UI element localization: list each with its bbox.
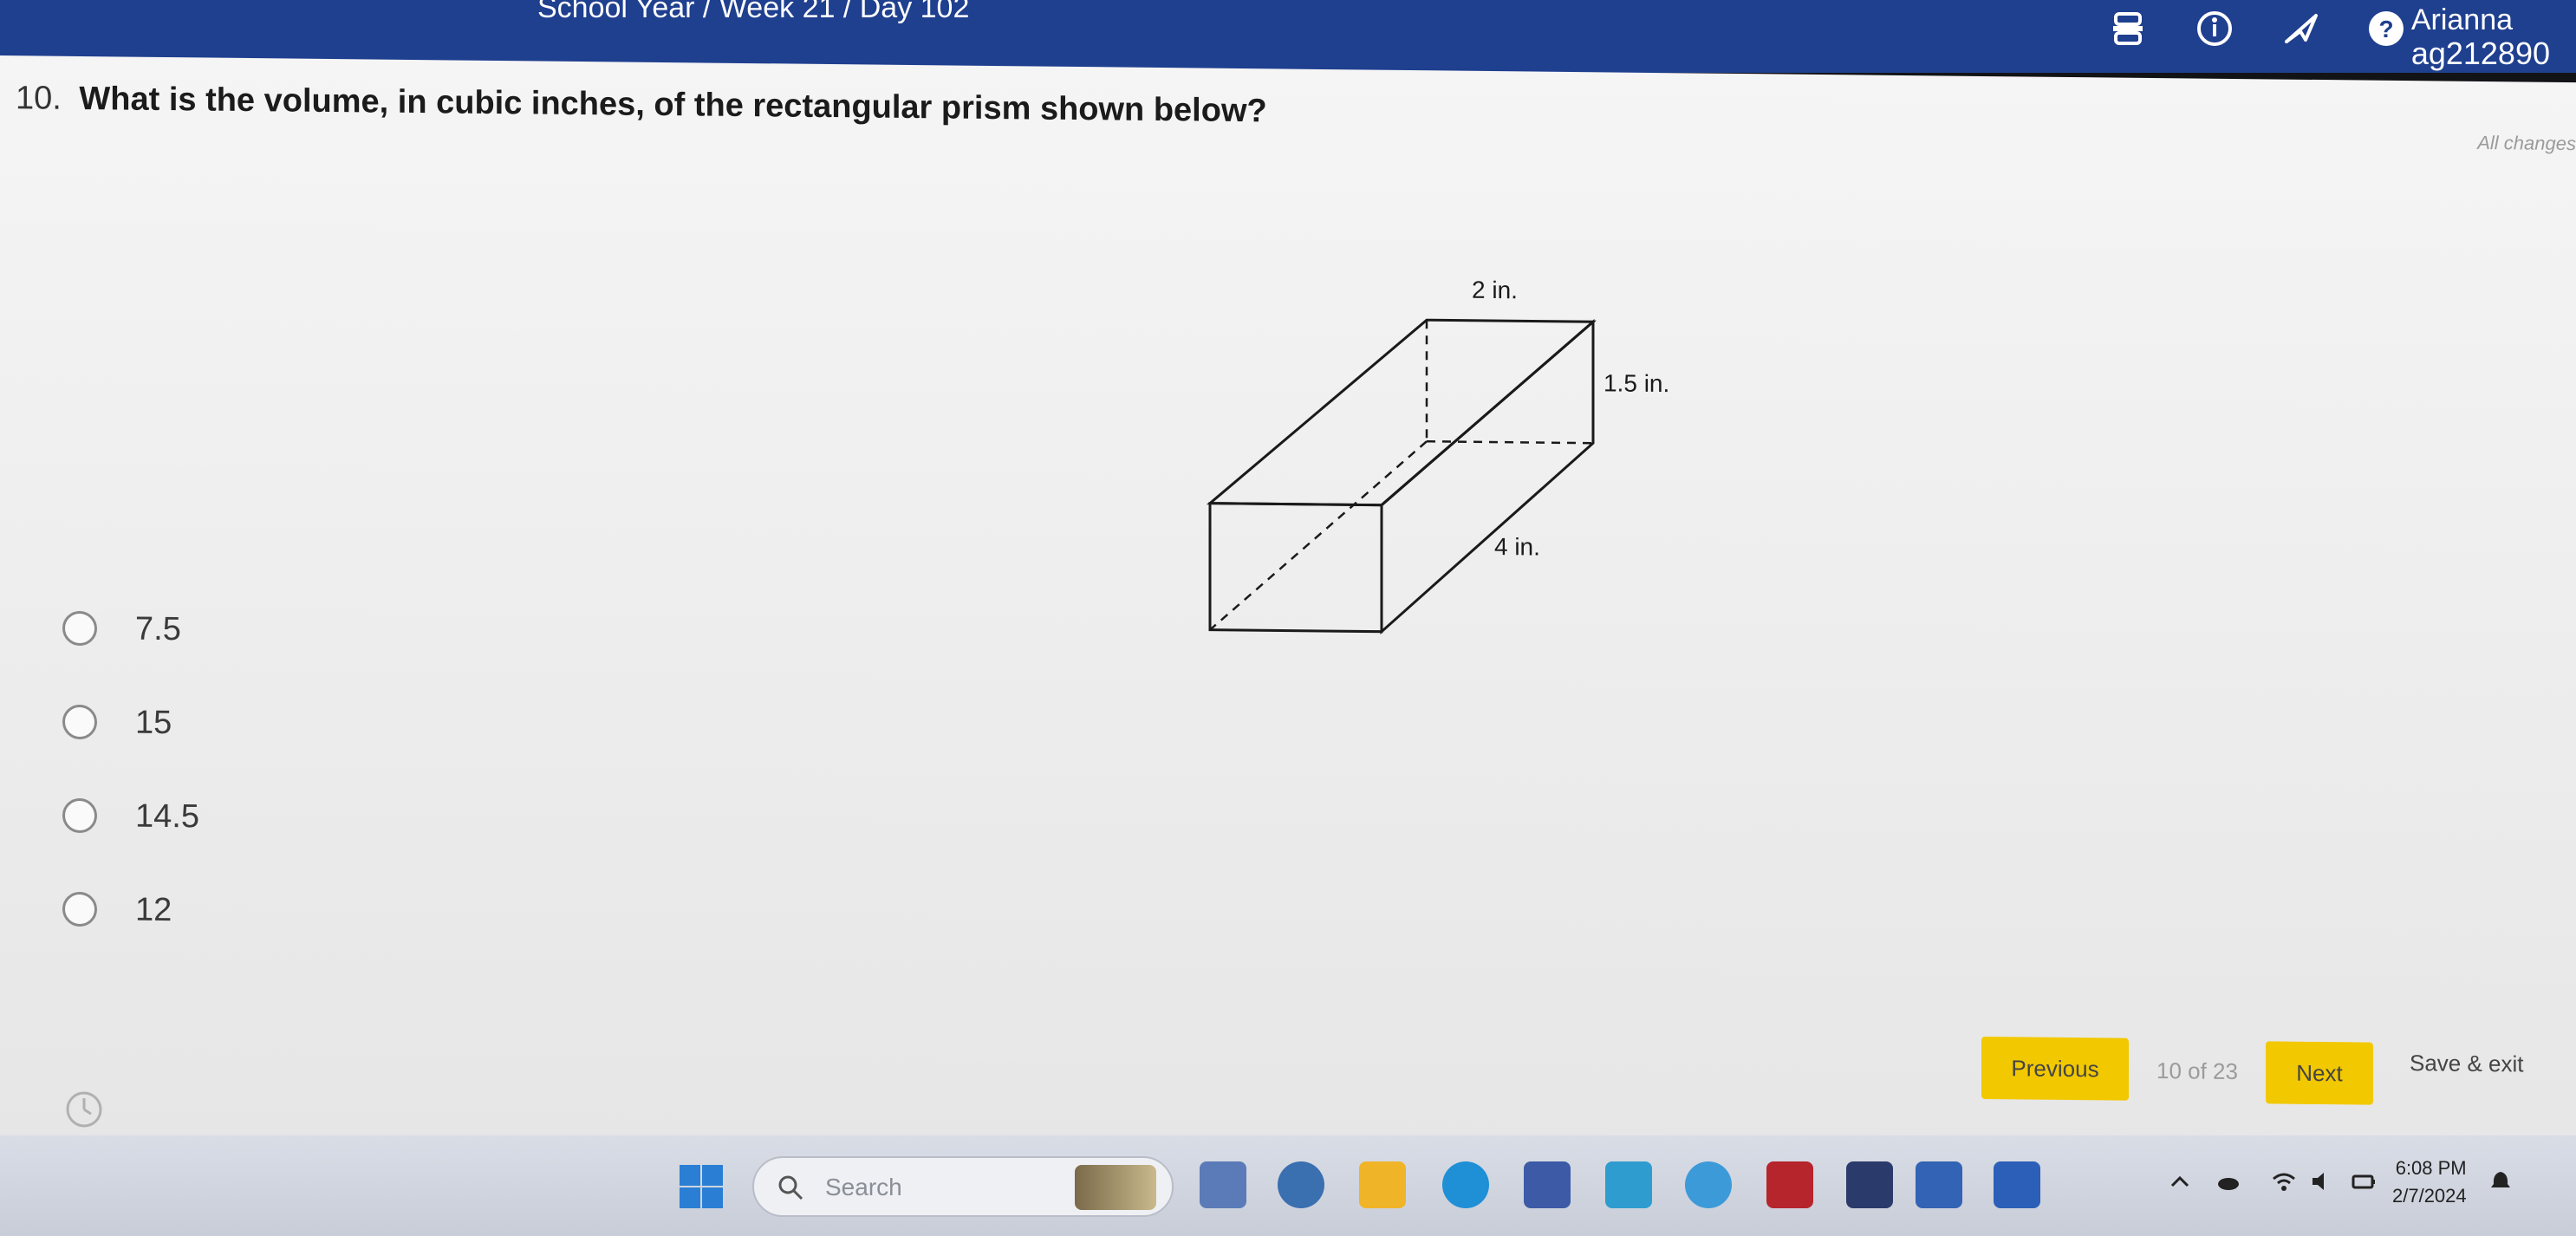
prism-front-face (1208, 502, 1383, 634)
user-name: Arianna (2410, 3, 2514, 36)
width-label: 2 in. (1472, 276, 1518, 304)
battery-icon[interactable] (2351, 1168, 2377, 1194)
question-counter: 10 of 23 (2156, 1057, 2238, 1085)
help-icon[interactable]: ? (2365, 7, 2408, 50)
user-info: Arianna ag212890 (2411, 3, 2550, 71)
autosave-status: All changes (2477, 131, 2576, 155)
chat-icon[interactable] (1278, 1161, 1324, 1208)
question-area: 10. What is the volume, in cubic inches,… (0, 55, 2576, 1177)
chevron-up-icon[interactable] (2167, 1168, 2193, 1194)
taskbar: Search 6:08 PM 2/7/2024 (0, 1135, 2576, 1236)
volume-icon[interactable] (2309, 1168, 2335, 1194)
flag-icon[interactable] (2280, 7, 2323, 50)
question-number: 10. (16, 80, 62, 117)
save-exit-button[interactable]: Save & exit (2410, 1050, 2524, 1077)
clock-date: 2/7/2024 (2392, 1185, 2467, 1207)
search-placeholder: Search (825, 1174, 902, 1200)
question-prompt: 10. What is the volume, in cubic inches,… (16, 80, 1267, 130)
search-icon (778, 1175, 803, 1200)
radio-button[interactable] (62, 797, 97, 834)
app-icon[interactable] (1846, 1161, 1893, 1208)
edge-icon[interactable] (1442, 1161, 1489, 1208)
answer-choice[interactable]: 15 (62, 696, 172, 749)
user-id: ag212890 (2410, 36, 2550, 71)
length-label: 4 in. (1494, 533, 1540, 561)
info-icon[interactable] (2193, 7, 2236, 50)
answer-choice[interactable]: 12 (62, 883, 172, 936)
system-clock[interactable]: 6:08 PM 2/7/2024 (2392, 1155, 2467, 1210)
prism-hidden-edge (1209, 440, 1428, 631)
windows-start-icon[interactable] (678, 1163, 725, 1210)
radio-button[interactable] (62, 891, 97, 927)
previous-button[interactable]: Previous (1981, 1036, 2129, 1101)
next-button[interactable]: Next (2266, 1041, 2373, 1105)
print-icon[interactable] (2106, 7, 2150, 50)
choice-label: 7.5 (135, 610, 181, 647)
height-label: 1.5 in. (1603, 369, 1669, 397)
file-explorer-icon[interactable] (1359, 1161, 1406, 1208)
choice-label: 14.5 (135, 797, 199, 835)
search-highlight-image (1075, 1165, 1156, 1210)
chrome-icon[interactable] (1685, 1161, 1732, 1208)
task-view-icon[interactable] (1200, 1161, 1246, 1208)
app-icon[interactable] (1916, 1161, 1962, 1208)
clock-time: 6:08 PM (2395, 1157, 2467, 1179)
app-icon[interactable] (1605, 1161, 1652, 1208)
prism-top-face (1206, 318, 1597, 507)
svg-text:?: ? (2378, 16, 2393, 42)
wifi-icon[interactable] (2271, 1168, 2297, 1194)
cloud-icon[interactable] (2215, 1168, 2241, 1194)
notification-bell-icon[interactable] (2488, 1168, 2514, 1194)
word-icon[interactable] (1994, 1161, 2040, 1208)
timer-icon[interactable] (62, 1088, 106, 1132)
taskbar-search[interactable]: Search (752, 1156, 1174, 1217)
store-icon[interactable] (1524, 1161, 1571, 1208)
mcafee-icon[interactable] (1766, 1161, 1813, 1208)
answer-choice[interactable]: 7.5 (62, 602, 181, 655)
radio-button[interactable] (62, 610, 97, 647)
choice-label: 15 (135, 704, 172, 741)
prism-right-face (1380, 318, 1595, 635)
radio-button[interactable] (62, 704, 97, 740)
rectangular-prism-diagram: 2 in. 1.5 in. 4 in. (1206, 276, 1669, 635)
answer-choice[interactable]: 14.5 (62, 790, 199, 843)
question-text: What is the volume, in cubic inches, of … (79, 80, 1267, 130)
choice-label: 12 (135, 891, 172, 928)
breadcrumb: School Year / Week 21 / Day 102 (537, 0, 970, 24)
